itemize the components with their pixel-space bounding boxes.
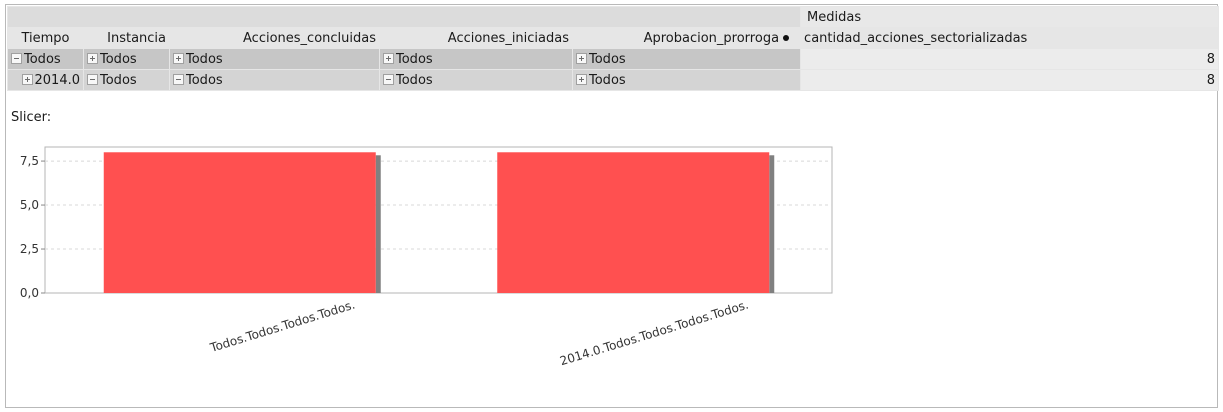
bar [497,152,770,293]
x-tick-label: Todos.Todos.Todos.Todos. [208,297,357,355]
x-tick-label: 2014.0.Todos.Todos.Todos.Todos. [558,297,750,368]
y-tick-label: 5,0 [20,198,39,212]
y-tick-label: 2,5 [20,242,39,256]
y-tick-label: 7,5 [20,154,39,168]
bar [103,152,376,293]
bar-shadow [375,155,381,293]
bar-chart: 0,0 2,5 5,0 7,5 Todos.Todos.Todos.Todos. 2014… [20,146,833,368]
y-tick-label: 0,0 [20,286,39,300]
bar-shadow [769,155,775,293]
